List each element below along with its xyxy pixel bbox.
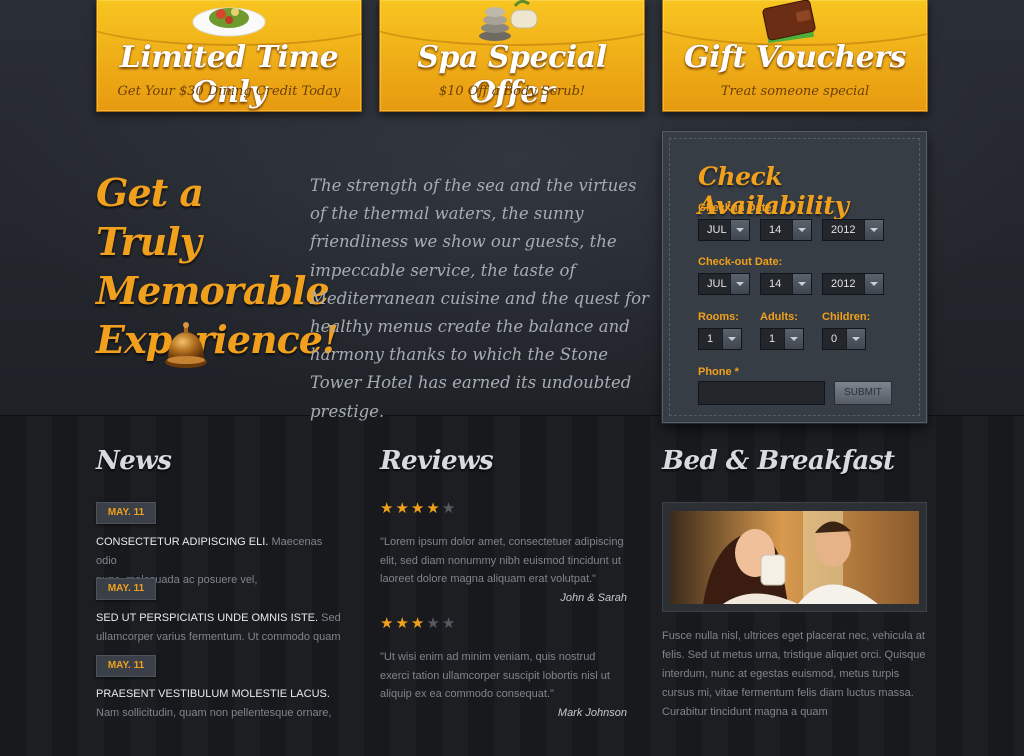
checkin-year-select[interactable]: 2012 — [822, 219, 884, 241]
checkout-year-select[interactable]: 2012 — [822, 273, 884, 295]
chevron-down-icon — [784, 329, 803, 349]
submit-button[interactable]: SUBMIT — [834, 381, 892, 405]
promo-gift-vouchers[interactable]: Gift Vouchers Treat someone special — [662, 0, 928, 112]
news-item[interactable]: SED UT PERSPICIATIS UNDE OMNIS ISTE. Sed… — [96, 609, 341, 647]
promo-subtitle: Treat someone special — [720, 84, 870, 99]
chevron-down-icon — [730, 220, 749, 240]
phone-label: Phone * — [698, 366, 739, 378]
news-headline: PRAESENT VESTIBULUM MOLESTIE LACUS. — [96, 688, 330, 700]
rooms-select[interactable]: 1 — [698, 328, 742, 350]
star-empty-icon: ★ — [441, 615, 458, 632]
select-value: 14 — [769, 224, 782, 236]
chevron-down-icon — [846, 329, 865, 349]
star-icon: ★ — [395, 500, 411, 517]
service-bell-icon — [165, 322, 207, 368]
hero-intro-text: The strength of the sea and the virtues … — [310, 176, 649, 421]
adults-select[interactable]: 1 — [760, 328, 804, 350]
promo-title: Limited Time Only — [119, 40, 339, 110]
select-value: JUL — [707, 224, 727, 236]
checkout-label: Check-out Date: — [698, 256, 783, 268]
star-half-icon: ★ — [441, 500, 458, 517]
promo-subtitle: $10 Off a Body Scrub! — [438, 84, 586, 99]
news-date-badge: MAY. 11 — [96, 578, 156, 600]
select-value: 1 — [707, 333, 714, 345]
promo-title: Spa Special Offer — [417, 40, 607, 110]
review-text: "Ut wisi enim ad minim veniam, quis nost… — [380, 651, 610, 700]
checkout-month-select[interactable]: JUL — [698, 273, 750, 295]
reviewer-name: Mark Johnson — [557, 707, 627, 719]
select-value: 2012 — [831, 278, 856, 290]
phone-input[interactable] — [698, 381, 825, 405]
promo-subtitle: Get Your $30 Dining Credit Today — [117, 84, 341, 99]
promo-limited-time[interactable]: Limited Time Only Get Your $30 Dining Cr… — [96, 0, 362, 112]
star-icon: ★ — [410, 615, 427, 632]
checkin-label: Check-in Date: — [698, 202, 776, 214]
rating-stars: ★★★★★ — [380, 614, 457, 632]
news-date-badge: MAY. 11 — [96, 502, 156, 524]
star-icon: ★ — [380, 615, 396, 632]
review-text: "Lorem ipsum dolor amet, consectetuer ad… — [380, 536, 624, 585]
chevron-down-icon — [722, 329, 741, 349]
news-title: News — [96, 446, 172, 476]
news-body: Sed — [321, 612, 341, 624]
adults-label: Adults: — [760, 311, 798, 323]
chevron-down-icon — [864, 274, 883, 294]
select-value: 0 — [831, 333, 838, 345]
select-value: 14 — [769, 278, 782, 290]
bb-title: Bed & Breakfast — [662, 446, 895, 476]
headline-line: Get a Truly — [96, 170, 204, 264]
select-value: JUL — [707, 278, 727, 290]
checkin-month-select[interactable]: JUL — [698, 219, 750, 241]
news-body: ullamcorper varius fermentum. Ut commodo… — [96, 631, 341, 643]
star-icon: ★ — [380, 500, 396, 517]
checkin-day-select[interactable]: 14 — [760, 219, 812, 241]
reviews-title: Reviews — [380, 446, 494, 476]
couple-breakfast-photo — [670, 511, 919, 604]
chevron-down-icon — [730, 274, 749, 294]
chevron-down-icon — [792, 220, 811, 240]
select-value: 1 — [769, 333, 776, 345]
children-label: Children: — [822, 311, 871, 323]
news-body: Nam sollicitudin, quam non pellentesque … — [96, 707, 332, 719]
news-date-badge: MAY. 11 — [96, 655, 156, 677]
availability-panel: Check Availability Check-in Date: JUL 14… — [662, 131, 927, 423]
rooms-label: Rooms: — [698, 311, 739, 323]
bb-text: Fusce nulla nisl, ultrices eget placerat… — [662, 630, 926, 718]
headline-line: Memorable — [96, 268, 330, 313]
select-value: 2012 — [831, 224, 856, 236]
bb-photo-frame[interactable] — [662, 502, 927, 612]
salad-plate-icon — [192, 7, 266, 37]
checkout-day-select[interactable]: 14 — [760, 273, 812, 295]
chevron-down-icon — [792, 274, 811, 294]
news-item[interactable]: PRAESENT VESTIBULUM MOLESTIE LACUS. Nam … — [96, 685, 341, 723]
promo-spa-offer[interactable]: Spa Special Offer $10 Off a Body Scrub! — [379, 0, 645, 112]
children-select[interactable]: 0 — [822, 328, 866, 350]
rating-stars: ★★★★★ — [380, 499, 457, 517]
reviewer-name: John & Sarah — [560, 592, 627, 604]
news-headline: SED UT PERSPICIATIS UNDE OMNIS ISTE. — [96, 612, 319, 624]
star-icon: ★ — [395, 615, 411, 632]
star-icon: ★ — [426, 500, 442, 517]
news-headline: CONSECTETUR ADIPISCING ELI. — [96, 536, 269, 548]
chevron-down-icon — [864, 220, 883, 240]
star-icon: ★ — [410, 500, 427, 517]
spa-stones-icon — [479, 0, 538, 41]
star-half-icon: ★ — [426, 615, 442, 632]
promo-title: Gift Vouchers — [684, 40, 906, 75]
